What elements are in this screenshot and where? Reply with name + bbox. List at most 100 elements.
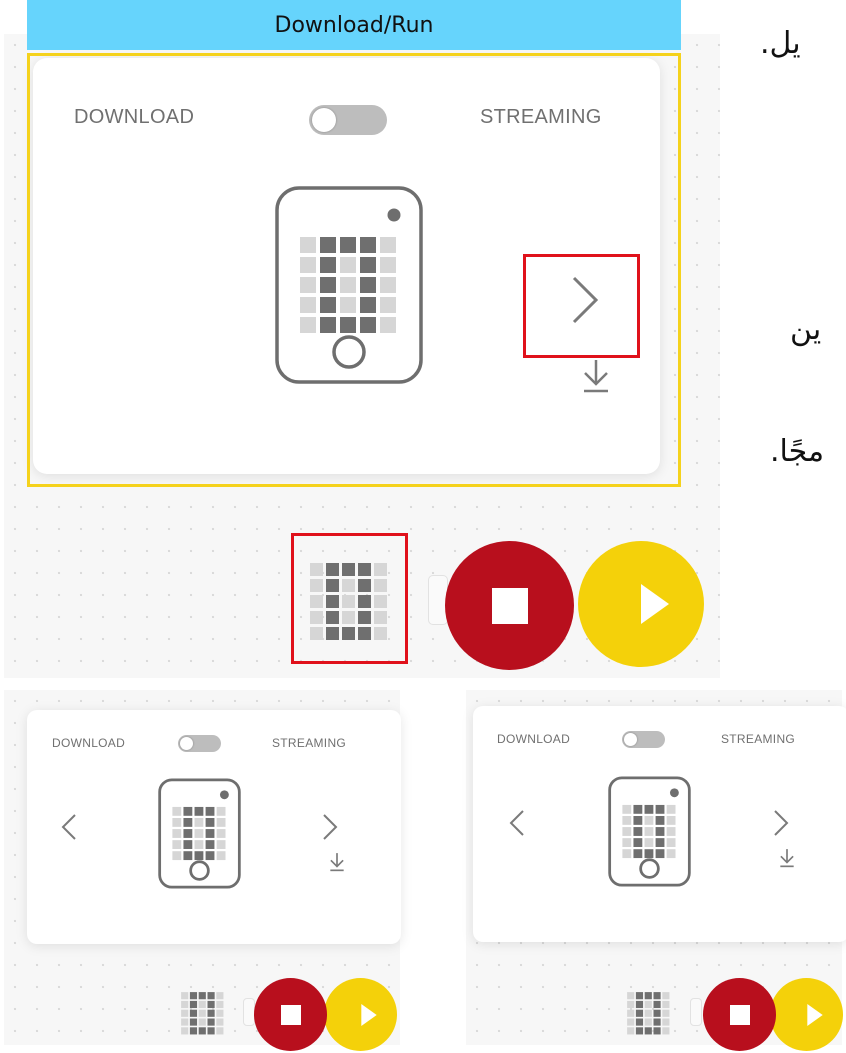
led-pixel <box>622 816 632 825</box>
led-pixel <box>627 1018 635 1026</box>
led-pixel <box>216 806 226 816</box>
stop-button[interactable] <box>703 978 776 1051</box>
led-pixel <box>662 992 670 1000</box>
download-streaming-toggle[interactable] <box>178 735 221 752</box>
led-pixel <box>194 829 204 838</box>
led-pixel <box>216 818 226 827</box>
led-pixel <box>172 818 182 827</box>
led-pixel <box>666 849 676 859</box>
led-pixel <box>635 1000 644 1009</box>
led-pixel <box>194 818 204 827</box>
led-pixel <box>207 1009 215 1017</box>
divider <box>690 998 702 1026</box>
led-pixel <box>653 992 661 1000</box>
led-pixel <box>633 804 643 814</box>
led-pixel <box>655 816 665 825</box>
led-pixel <box>644 992 652 1000</box>
download-label: DOWNLOAD <box>52 736 126 750</box>
led-pixel <box>216 829 226 838</box>
led-pixel <box>627 1000 635 1009</box>
led-pixel <box>194 806 204 816</box>
next-button-highlight <box>523 254 640 358</box>
chevron-left-icon[interactable] <box>509 809 525 837</box>
led-pixel <box>198 1009 206 1017</box>
chevron-left-icon[interactable] <box>61 813 77 841</box>
led-pixel <box>189 1027 198 1035</box>
download-streaming-toggle[interactable] <box>622 731 665 748</box>
led-pixel <box>627 1027 635 1035</box>
led-pixel <box>198 1027 206 1035</box>
play-icon <box>641 584 669 624</box>
stop-icon <box>280 1004 301 1025</box>
led-pixel <box>627 1009 635 1017</box>
led-pixel <box>216 840 226 849</box>
led-pixel <box>644 1018 652 1026</box>
led-pixel <box>635 992 644 1000</box>
led-pixel <box>644 1027 652 1035</box>
led-pixel <box>183 840 193 849</box>
led-pixel <box>655 827 665 836</box>
led-pixel <box>181 1027 189 1035</box>
led-pixel <box>644 838 654 847</box>
stop-button[interactable] <box>254 978 327 1051</box>
led-pixel <box>627 992 635 1000</box>
microbit-device-icon <box>158 778 241 889</box>
led-pixel <box>635 1018 644 1026</box>
led-pixel <box>653 1000 661 1009</box>
led-pixel <box>205 840 215 849</box>
led-pixel <box>655 849 665 859</box>
play-button[interactable] <box>578 541 704 667</box>
led-pixel <box>189 1009 198 1017</box>
download-arrow-icon[interactable] <box>329 852 345 872</box>
led-pixel <box>205 851 215 861</box>
led-pixel <box>181 992 189 1000</box>
led-pixel <box>205 806 215 816</box>
led-pixel <box>644 804 654 814</box>
led-pixel <box>653 1027 661 1035</box>
led-pixel <box>207 1018 215 1026</box>
download-label: DOWNLOAD <box>497 732 571 746</box>
led-pixel <box>633 838 643 847</box>
play-button[interactable] <box>324 978 397 1051</box>
led-pixel <box>172 829 182 838</box>
led-pixel <box>633 827 643 836</box>
led-pixel <box>216 1000 224 1009</box>
led-pixel <box>622 838 632 847</box>
led-pixel <box>622 849 632 859</box>
toggle-knob <box>624 733 637 746</box>
led-pixel <box>653 1018 661 1026</box>
led-pixel <box>205 818 215 827</box>
led-pixel <box>662 1009 670 1017</box>
led-pixel <box>189 992 198 1000</box>
led-pixel <box>181 1009 189 1017</box>
toggle-knob <box>180 737 193 750</box>
led-pixel <box>198 1000 206 1009</box>
play-icon <box>807 1003 823 1026</box>
play-button[interactable] <box>770 978 843 1051</box>
led-grid-icon[interactable] <box>626 991 670 1035</box>
chevron-right-icon[interactable] <box>773 809 789 837</box>
led-pixel <box>644 827 654 836</box>
led-pixel <box>622 804 632 814</box>
led-pixel <box>666 816 676 825</box>
led-pixel <box>172 840 182 849</box>
play-icon <box>361 1003 377 1026</box>
led-pixel <box>198 1018 206 1026</box>
led-grid-icon[interactable] <box>180 991 224 1035</box>
download-arrow-icon[interactable] <box>779 848 795 868</box>
led-pixel <box>183 829 193 838</box>
led-pixel <box>633 849 643 859</box>
led-pixel <box>207 992 215 1000</box>
streaming-label: STREAMING <box>721 732 796 746</box>
led-pixel <box>189 1018 198 1026</box>
chevron-right-icon[interactable] <box>322 813 338 841</box>
title-banner: Download/Run <box>27 0 681 50</box>
led-pixel <box>207 1027 215 1035</box>
led-pixel <box>216 1027 224 1035</box>
led-pixel <box>216 1009 224 1017</box>
led-pixel <box>181 1018 189 1026</box>
stop-button[interactable] <box>445 541 574 670</box>
led-pixel <box>644 816 654 825</box>
led-pixel <box>653 1009 661 1017</box>
led-pixel <box>666 827 676 836</box>
